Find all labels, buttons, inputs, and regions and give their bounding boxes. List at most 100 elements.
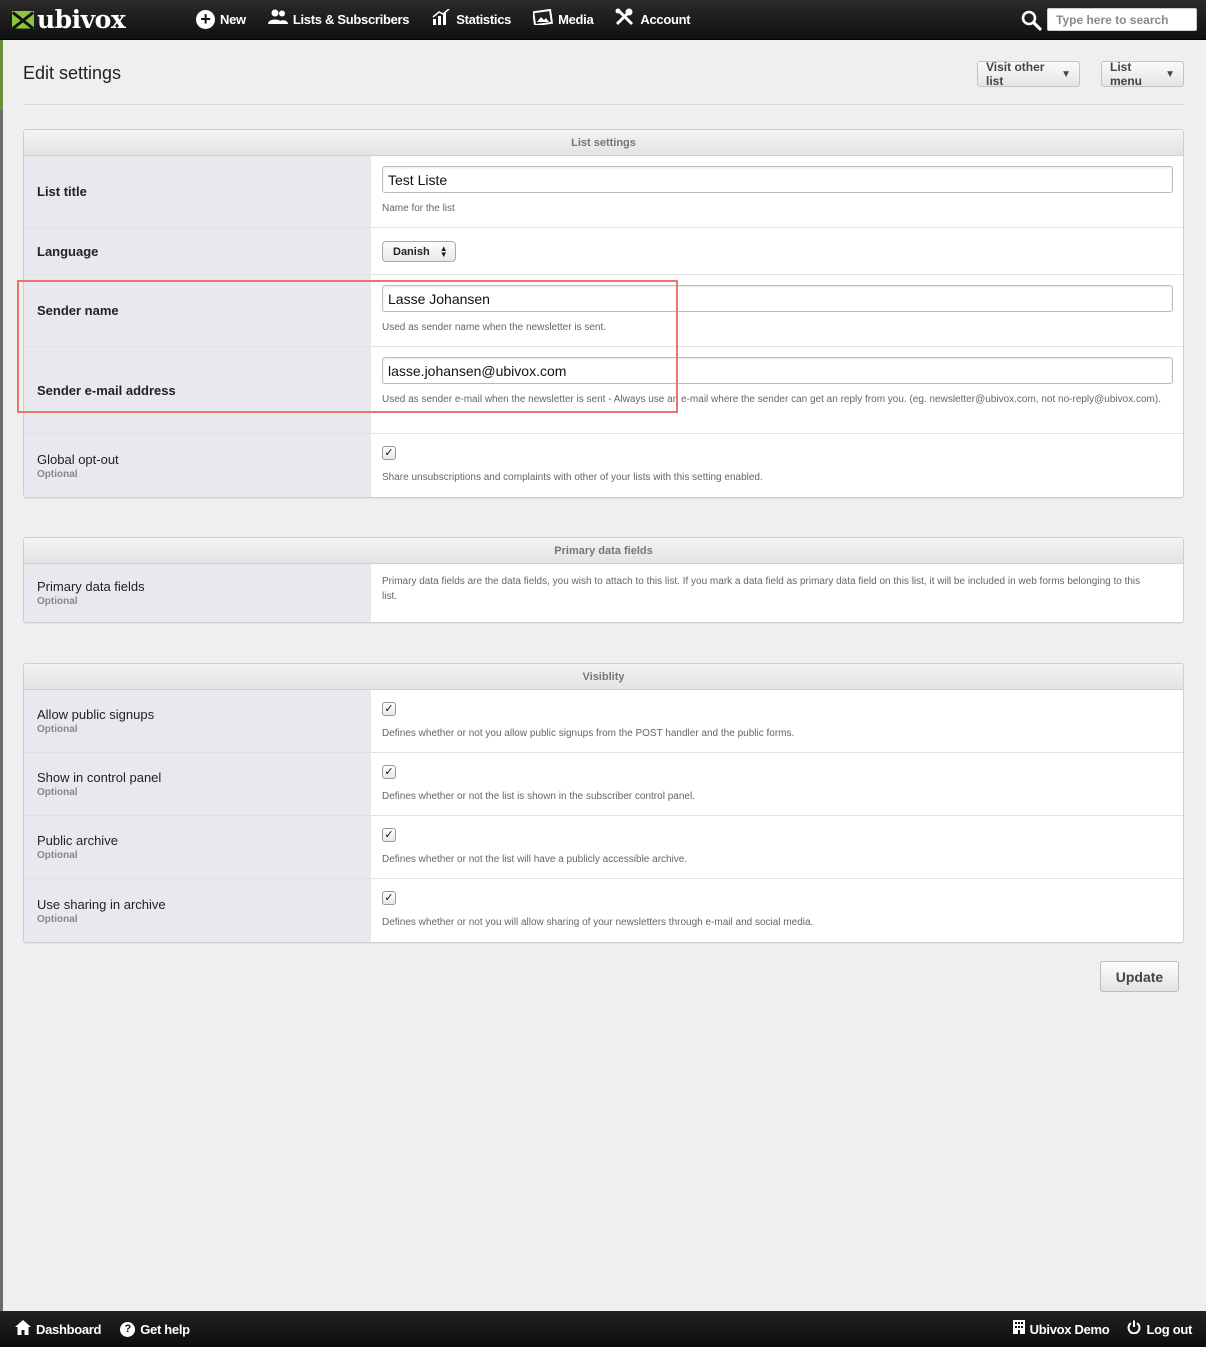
visit-other-list-button[interactable]: Visit other list ▼ <box>977 60 1080 88</box>
public-archive-help: Defines whether or not the list will hav… <box>382 854 688 865</box>
allow-public-signups-help: Defines whether or not you allow public … <box>382 728 795 739</box>
update-button[interactable]: Update <box>1100 961 1179 992</box>
optional-tag: Optional <box>37 468 78 480</box>
use-sharing-in-archive-row: Use sharing in archive Optional ✓ Define… <box>24 879 1183 942</box>
chevron-down-icon: ▼ <box>1061 68 1071 80</box>
logo-text: ubivox <box>37 5 126 34</box>
header-divider <box>23 104 1184 105</box>
nav-media-label: Media <box>558 12 594 27</box>
optional-tag: Optional <box>37 787 78 798</box>
nav-new-label: New <box>220 12 246 27</box>
label-cell: Allow public signups Optional <box>24 690 371 752</box>
use-sharing-in-archive-help: Defines whether or not you will allow sh… <box>382 917 814 928</box>
footer-logout-label: Log out <box>1146 1321 1192 1337</box>
nav-statistics-label: Statistics <box>456 12 512 27</box>
public-archive-checkbox[interactable]: ✓ <box>382 828 396 842</box>
show-in-control-panel-help: Defines whether or not the list is shown… <box>382 791 695 802</box>
label-cell: Use sharing in archive Optional <box>24 879 371 942</box>
footer-bar: Dashboard ? Get help Ubivox Demo Log out <box>0 1311 1206 1347</box>
allow-public-signups-checkbox[interactable]: ✓ <box>382 702 396 716</box>
list-title-input[interactable] <box>382 166 1173 193</box>
panel-header: Primary data fields <box>24 538 1183 564</box>
global-optout-row: Global opt-out Optional ✓ Share unsubscr… <box>24 434 1183 497</box>
plus-circle-icon: + <box>196 10 215 29</box>
label-cell: Primary data fields Optional <box>24 564 371 622</box>
footer-dashboard-link[interactable]: Dashboard <box>15 1319 102 1339</box>
nav-account[interactable]: Account <box>615 8 691 31</box>
label-cell: List title <box>24 156 371 227</box>
optional-tag: Optional <box>37 596 78 607</box>
list-menu-label: List menu <box>1110 60 1143 88</box>
sender-email-help: Used as sender e-mail when the newslette… <box>382 394 1161 405</box>
label-cell: Show in control panel Optional <box>24 753 371 815</box>
main-nav: + New Lists & Subscribers Statistics Med… <box>196 8 712 31</box>
ubivox-logo[interactable]: ubivox <box>12 5 192 34</box>
help-icon: ? <box>120 1321 136 1337</box>
bar-chart-icon <box>431 8 451 30</box>
primary-data-fields-label: Primary data fields <box>37 579 145 594</box>
users-icon <box>267 9 288 30</box>
language-row: Language Danish ▲ ▼ <box>24 228 1183 275</box>
nav-new[interactable]: + New <box>196 10 246 29</box>
sender-name-label: Sender name <box>37 303 119 318</box>
list-title-row: List title Name for the list <box>24 156 1183 228</box>
language-label: Language <box>37 243 99 259</box>
nav-lists-subscribers[interactable]: Lists & Subscribers <box>267 9 410 30</box>
panel-header: List settings <box>24 130 1183 156</box>
power-icon <box>1127 1320 1141 1338</box>
sender-name-input[interactable] <box>382 285 1173 312</box>
field-cell: ✓ Defines whether or not the list will h… <box>371 816 1183 878</box>
field-cell: ✓ Defines whether or not you will allow … <box>371 879 1183 942</box>
field-cell: Used as sender name when the newsletter … <box>371 275 1183 346</box>
global-optout-label: Global opt-out <box>37 451 119 467</box>
use-sharing-in-archive-checkbox[interactable]: ✓ <box>382 891 396 905</box>
allow-public-signups-label: Allow public signups <box>37 707 155 722</box>
global-optout-help: Share unsubscriptions and complaints wit… <box>382 472 763 483</box>
global-optout-checkbox[interactable]: ✓ <box>382 446 396 460</box>
public-archive-row: Public archive Optional ✓ Defines whethe… <box>24 816 1183 879</box>
search-input[interactable] <box>1047 8 1197 31</box>
sender-name-help: Used as sender name when the newsletter … <box>382 322 607 333</box>
tools-icon <box>615 8 635 31</box>
sender-email-label: Sender e-mail address <box>37 383 176 398</box>
building-icon <box>1012 1320 1025 1338</box>
primary-data-fields-row: Primary data fields Optional Primary dat… <box>24 564 1183 622</box>
chevron-down-icon: ▼ <box>1165 68 1175 80</box>
language-select-value: Danish <box>393 245 430 258</box>
list-title-help: Name for the list <box>382 203 455 214</box>
field-cell: Name for the list <box>371 156 1183 227</box>
show-in-control-panel-checkbox[interactable]: ✓ <box>382 765 396 779</box>
visit-other-list-label: Visit other list <box>986 60 1045 88</box>
page-title: Edit settings <box>23 63 122 83</box>
search-icon[interactable] <box>1020 9 1042 31</box>
top-navigation-bar: ubivox + New Lists & Subscribers Statist… <box>0 0 1206 40</box>
list-menu-button[interactable]: List menu ▼ <box>1101 60 1184 88</box>
nav-media[interactable]: Media <box>532 8 594 30</box>
sender-name-row: Sender name Used as sender name when the… <box>24 275 1183 347</box>
logo-envelope-icon <box>12 10 34 29</box>
nav-statistics[interactable]: Statistics <box>431 8 512 30</box>
footer-get-help-label: Get help <box>140 1321 190 1337</box>
label-cell: Global opt-out Optional <box>24 434 371 497</box>
sender-email-input[interactable] <box>382 357 1173 384</box>
footer-logout-link[interactable]: Log out <box>1127 1320 1192 1338</box>
public-archive-label: Public archive <box>37 833 118 848</box>
home-icon <box>15 1319 31 1339</box>
footer-account-label: Ubivox Demo <box>1029 1321 1110 1337</box>
left-edge-strip <box>0 40 3 1311</box>
allow-public-signups-row: Allow public signups Optional ✓ Defines … <box>24 690 1183 753</box>
optional-tag: Optional <box>37 724 78 735</box>
language-select[interactable]: Danish ▲ ▼ <box>382 241 456 262</box>
use-sharing-in-archive-label: Use sharing in archive <box>37 896 166 912</box>
label-cell: Public archive Optional <box>24 816 371 878</box>
optional-tag: Optional <box>37 913 78 925</box>
visibility-panel: Visiblity Allow public signups Optional … <box>23 663 1184 943</box>
footer-account-link[interactable]: Ubivox Demo <box>1012 1320 1110 1338</box>
field-cell: ✓ Defines whether or not the list is sho… <box>371 753 1183 815</box>
footer-get-help-link[interactable]: ? Get help <box>120 1321 190 1337</box>
field-cell: Primary data fields are the data fields,… <box>371 564 1183 622</box>
list-settings-panel: List settings List title Name for the li… <box>23 129 1184 498</box>
footer-dashboard-label: Dashboard <box>36 1321 102 1337</box>
show-in-control-panel-row: Show in control panel Optional ✓ Defines… <box>24 753 1183 816</box>
sender-email-row: Sender e-mail address Used as sender e-m… <box>24 347 1183 434</box>
